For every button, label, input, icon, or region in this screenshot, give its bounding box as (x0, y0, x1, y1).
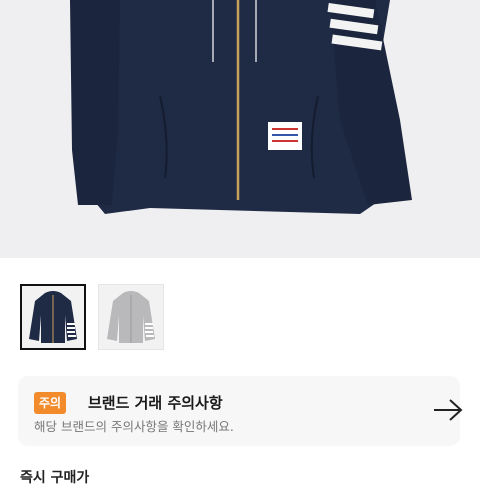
notice-description: 해당 브랜드의 주의사항을 확인하세요. (34, 419, 234, 434)
section-label: 즉시 구매가 (20, 470, 90, 486)
warning-badge: 주의 (34, 392, 67, 414)
brand-notice-card[interactable]: 주의 브랜드 거래 주의사항 해당 브랜드의 주의사항을 확인하세요. (18, 376, 463, 446)
notice-title: 브랜드 거래 주의사항 (88, 394, 223, 412)
hoodie-navy-icon (29, 291, 77, 343)
thumbnail-navy[interactable] (20, 284, 86, 350)
arrow-right-icon[interactable] (432, 398, 464, 422)
thumbnail-gray[interactable] (98, 284, 164, 350)
hoodie-gray-icon (107, 291, 155, 343)
product-hero-image (0, 0, 480, 258)
